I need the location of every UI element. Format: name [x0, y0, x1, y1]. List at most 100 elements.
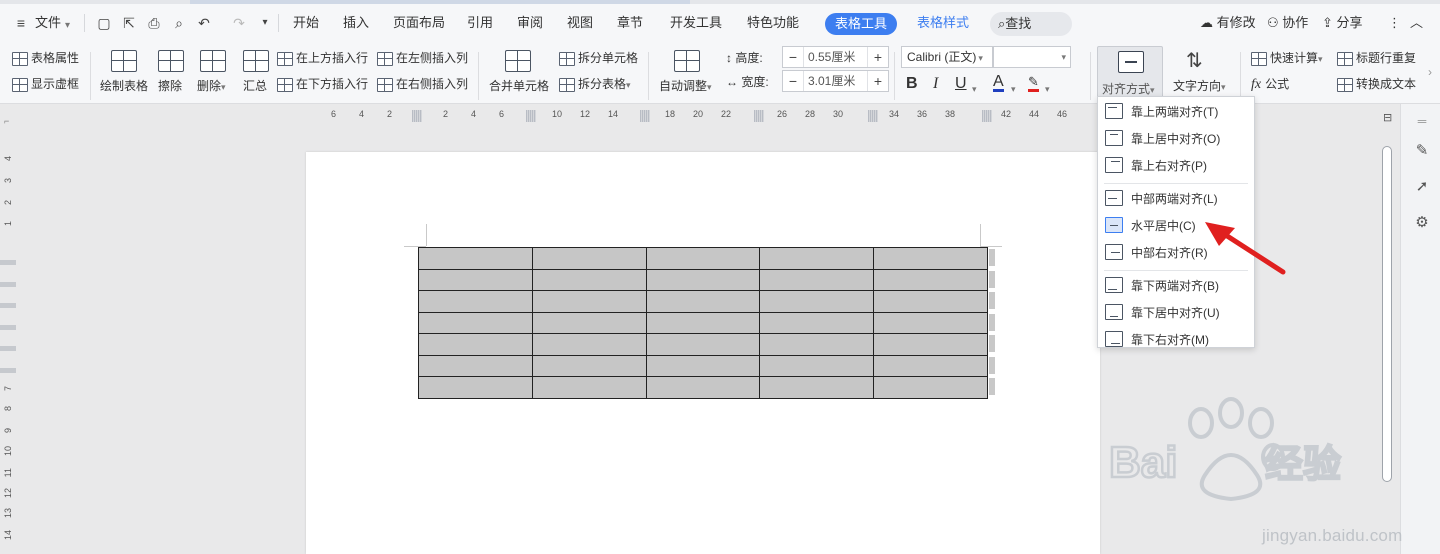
- table-cell[interactable]: [759, 311, 875, 334]
- table-row[interactable]: [418, 268, 988, 291]
- insert-row-above-button[interactable]: 在上方插入行: [277, 50, 368, 66]
- convert-to-text-button[interactable]: 转换成文本: [1337, 76, 1416, 92]
- table-row[interactable]: [418, 376, 988, 399]
- table-cell[interactable]: [418, 290, 533, 313]
- print-icon[interactable]: ⎙: [145, 14, 163, 32]
- chevron-down-icon[interactable]: ▾: [1045, 80, 1050, 98]
- repeat-header-button[interactable]: 标题行重复: [1337, 50, 1416, 66]
- summary-button[interactable]: 汇总: [243, 77, 267, 94]
- row-marker[interactable]: [0, 282, 16, 287]
- document-tab[interactable]: [190, 0, 690, 4]
- print-preview-icon[interactable]: ⌕: [170, 14, 188, 32]
- share-button[interactable]: ⇪ 分享: [1322, 14, 1363, 32]
- table-row[interactable]: [418, 290, 988, 313]
- column-marker[interactable]: [640, 110, 650, 122]
- document-table[interactable]: [418, 247, 988, 399]
- formula-button[interactable]: fx 公式: [1251, 76, 1289, 93]
- table-row[interactable]: [418, 333, 988, 356]
- search-box[interactable]: ⌕查找: [990, 12, 1072, 36]
- table-cell[interactable]: [531, 311, 647, 334]
- table-cell[interactable]: [759, 354, 875, 377]
- align-option[interactable]: 靠下右对齐(M): [1098, 327, 1254, 351]
- view-toggle-icon[interactable]: ⊟: [1383, 110, 1392, 126]
- column-marker[interactable]: [868, 110, 878, 122]
- delete-table-icon[interactable]: [200, 50, 226, 72]
- tab-page-layout[interactable]: 页面布局: [393, 14, 445, 32]
- table-cell[interactable]: [645, 290, 761, 313]
- tab-home[interactable]: 开始: [293, 14, 319, 32]
- increase-width-button[interactable]: +: [868, 71, 888, 91]
- table-cell[interactable]: [873, 354, 988, 377]
- table-cell[interactable]: [531, 268, 647, 291]
- merge-cells-button[interactable]: 合并单元格: [489, 77, 549, 94]
- table-row[interactable]: [418, 311, 988, 334]
- align-option[interactable]: 靠上两端对齐(T): [1098, 99, 1254, 123]
- italic-button[interactable]: I: [933, 75, 938, 93]
- decrease-width-button[interactable]: −: [783, 71, 803, 91]
- align-option[interactable]: 靠上居中对齐(O): [1098, 126, 1254, 150]
- tab-review[interactable]: 审阅: [517, 14, 543, 32]
- table-cell[interactable]: [645, 354, 761, 377]
- table-cell[interactable]: [645, 333, 761, 356]
- collab-button[interactable]: ⚇ 协作: [1267, 14, 1308, 32]
- height-stepper[interactable]: − 0.55厘米 +: [782, 46, 889, 68]
- column-marker[interactable]: [412, 110, 422, 122]
- column-marker[interactable]: [754, 110, 764, 122]
- show-gridlines-button[interactable]: 显示虚框: [12, 76, 79, 92]
- chevron-down-icon[interactable]: ▾: [65, 17, 70, 35]
- width-stepper[interactable]: − 3.01厘米 +: [782, 70, 889, 92]
- export-icon[interactable]: ⇱: [120, 14, 138, 32]
- table-cell[interactable]: [531, 247, 647, 270]
- tab-table-tools[interactable]: 表格工具: [825, 13, 897, 35]
- customize-icon[interactable]: ▾: [256, 14, 274, 32]
- table-cell[interactable]: [873, 376, 988, 399]
- text-direction-icon[interactable]: ⇅: [1186, 48, 1203, 73]
- row-marker[interactable]: [0, 346, 16, 351]
- align-option[interactable]: 中部两端对齐(L): [1098, 186, 1254, 210]
- quick-calc-button[interactable]: 快速计算▾: [1251, 50, 1323, 67]
- table-cell[interactable]: [418, 247, 533, 270]
- tab-developer[interactable]: 开发工具: [670, 14, 722, 32]
- align-option[interactable]: 靠下居中对齐(U): [1098, 300, 1254, 324]
- table-cell[interactable]: [418, 268, 533, 291]
- table-cell[interactable]: [645, 311, 761, 334]
- erase-button[interactable]: 擦除: [158, 77, 182, 94]
- table-cell[interactable]: [645, 268, 761, 291]
- align-mode-button[interactable]: 对齐方式▾: [1097, 46, 1163, 98]
- chevron-down-icon[interactable]: ▾: [972, 80, 977, 98]
- table-cell[interactable]: [759, 268, 875, 291]
- sidebar-grip-icon[interactable]: ═: [1413, 112, 1431, 130]
- table-cell[interactable]: [759, 247, 875, 270]
- modified-button[interactable]: ☁ 有修改: [1200, 14, 1256, 32]
- decrease-height-button[interactable]: −: [783, 47, 803, 67]
- table-cell[interactable]: [418, 311, 533, 334]
- align-option[interactable]: 靠上右对齐(P): [1098, 153, 1254, 177]
- redo-icon[interactable]: ↷: [230, 14, 248, 32]
- table-cell[interactable]: [531, 290, 647, 313]
- table-cell[interactable]: [531, 376, 647, 399]
- table-cell[interactable]: [759, 290, 875, 313]
- table-cell[interactable]: [418, 333, 533, 356]
- settings-sliders-icon[interactable]: ⚙: [1413, 214, 1431, 232]
- table-cell[interactable]: [759, 376, 875, 399]
- table-cell[interactable]: [873, 311, 988, 334]
- table-cell[interactable]: [531, 354, 647, 377]
- auto-fit-button[interactable]: 自动调整▾: [659, 77, 712, 94]
- chevron-down-icon[interactable]: ▾: [1011, 80, 1016, 98]
- file-menu[interactable]: 文件: [35, 14, 61, 32]
- table-cell[interactable]: [873, 290, 988, 313]
- insert-col-left-button[interactable]: 在左侧插入列: [377, 50, 468, 66]
- increase-height-button[interactable]: +: [868, 47, 888, 67]
- text-direction-button[interactable]: 文字方向▾: [1173, 77, 1226, 94]
- table-cell[interactable]: [645, 247, 761, 270]
- tab-stop-icon[interactable]: ⌐: [4, 116, 9, 126]
- underline-button[interactable]: U: [955, 75, 967, 93]
- table-cell[interactable]: [645, 376, 761, 399]
- table-row[interactable]: [418, 247, 988, 270]
- table-cell[interactable]: [873, 333, 988, 356]
- tab-special[interactable]: 特色功能: [747, 14, 799, 32]
- table-properties-button[interactable]: 表格属性: [12, 50, 79, 66]
- column-marker[interactable]: [982, 110, 992, 122]
- undo-icon[interactable]: ↶: [195, 14, 213, 32]
- tab-view[interactable]: 视图: [567, 14, 593, 32]
